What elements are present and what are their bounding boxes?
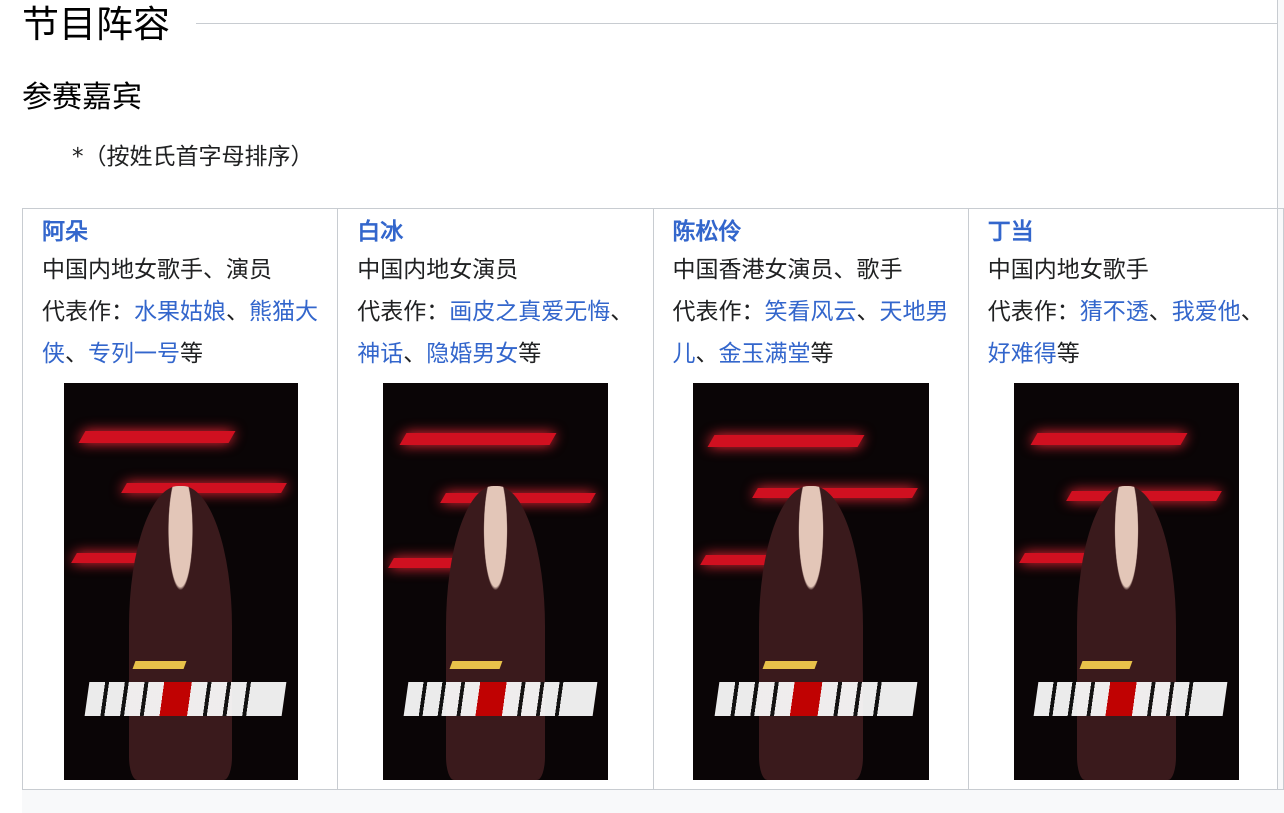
work-link[interactable]: 我爱他 — [1172, 299, 1241, 325]
poster-slash-shape — [1030, 433, 1188, 445]
heading-divider — [196, 23, 1284, 24]
work-link[interactable]: 画皮之真爱无悔 — [449, 299, 610, 325]
work-link[interactable]: 猜不透 — [1080, 299, 1149, 325]
cast-description: 中国内地女歌手、演员 — [42, 257, 272, 283]
work-link[interactable]: 金玉满堂 — [719, 341, 811, 367]
works-suffix: 等 — [180, 341, 203, 367]
cast-works: 代表作：画皮之真爱无悔、神话、隐婚男女等 — [357, 299, 634, 367]
work-link[interactable]: 神话 — [357, 341, 403, 367]
cast-description: 中国香港女演员、歌手 — [672, 257, 903, 283]
cast-table: 阿朵 中国内地女歌手、演员 代表作：水果姑娘、熊猫大侠、专列一号等 白冰 中国内… — [21, 208, 1284, 812]
portrait-poster[interactable] — [63, 383, 298, 780]
poster-figure — [129, 486, 233, 780]
work-link[interactable]: 专列一号 — [88, 341, 180, 367]
poster-slash-shape — [78, 431, 236, 443]
cast-name-link[interactable]: 阿朵 — [42, 215, 88, 249]
works-suffix: 等 — [518, 341, 542, 367]
cast-cell: 陈松伶 中国香港女演员、歌手 代表作：笑看风云、天地男儿、金玉满堂等 — [652, 208, 969, 812]
portrait-poster[interactable] — [693, 383, 930, 780]
poster-title-art — [84, 682, 286, 717]
section-title: 节目阵容 — [22, 3, 170, 46]
cast-name-link[interactable]: 丁当 — [988, 215, 1034, 249]
works-prefix: 代表作： — [42, 299, 134, 325]
cast-description: 中国内地女歌手 — [987, 257, 1149, 283]
table-bottom-row — [22, 789, 1284, 813]
cast-works: 代表作：笑看风云、天地男儿、金玉满堂等 — [672, 299, 949, 367]
portrait-poster[interactable] — [1013, 383, 1239, 780]
cast-description: 中国内地女演员 — [357, 257, 519, 283]
poster-title-art — [1033, 682, 1228, 717]
poster-figure — [759, 486, 864, 780]
subsection-title: 参赛嘉宾 — [22, 80, 142, 115]
cast-cell: 阿朵 中国内地女歌手、演员 代表作：水果姑娘、熊猫大侠、专列一号等 — [21, 208, 339, 812]
works-prefix: 代表作： — [987, 299, 1080, 325]
cast-name-link[interactable]: 白冰 — [357, 215, 403, 249]
poster-slash-shape — [399, 433, 557, 445]
poster-figure — [446, 486, 546, 780]
work-link[interactable]: 隐婚男女 — [426, 341, 518, 367]
cast-works: 代表作：猜不透、我爱他、好难得等 — [987, 299, 1264, 367]
cast-works: 代表作：水果姑娘、熊猫大侠、专列一号等 — [42, 299, 318, 367]
poster-slash-shape — [120, 483, 287, 493]
poster-title-art — [714, 682, 918, 717]
cast-name-link[interactable]: 陈松伶 — [673, 215, 742, 249]
poster-title-art — [403, 682, 598, 717]
works-suffix: 等 — [810, 341, 834, 367]
poster-slash-shape — [752, 488, 919, 498]
cast-cell: 丁当 中国内地女歌手 代表作：猜不透、我爱他、好难得等 — [967, 208, 1284, 812]
works-prefix: 代表作： — [672, 299, 765, 325]
cast-cell: 白冰 中国内地女演员 代表作：画皮之真爱无悔、神话、隐婚男女等 — [337, 208, 654, 812]
poster-accent — [449, 660, 502, 669]
work-link[interactable]: 水果姑娘 — [134, 299, 226, 325]
poster-accent — [1079, 660, 1133, 669]
poster-accent — [762, 660, 818, 669]
works-prefix: 代表作： — [357, 299, 450, 325]
portrait-poster[interactable] — [383, 383, 609, 780]
poster-accent — [132, 660, 187, 669]
works-suffix: 等 — [1056, 341, 1080, 367]
poster-slash-shape — [707, 435, 865, 447]
work-link[interactable]: 笑看风云 — [765, 299, 857, 325]
poster-figure — [1076, 486, 1176, 780]
sort-note: *（按姓氏首字母排序） — [72, 144, 314, 170]
work-link[interactable]: 好难得 — [988, 341, 1057, 367]
